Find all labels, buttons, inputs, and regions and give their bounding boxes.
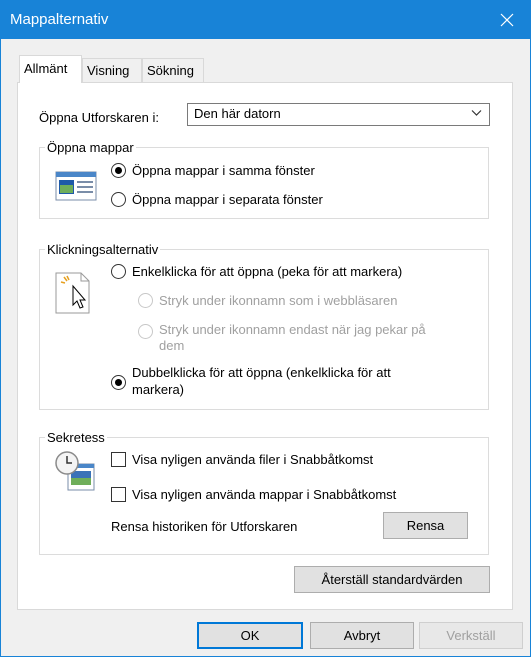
tab-general[interactable]: Allmänt xyxy=(19,55,82,83)
tab-search[interactable]: Sökning xyxy=(142,58,204,82)
clear-history-button-label: Rensa xyxy=(406,518,445,533)
radio-underline-hover[interactable] xyxy=(138,324,153,339)
close-button[interactable] xyxy=(484,1,530,39)
radio-single-click-label: Enkelklicka för att öppna (peka för att … xyxy=(132,264,403,279)
radio-underline-browser-label: Stryk under ikonnamn som i webbläsaren xyxy=(159,293,398,308)
tab-general-label: Allmänt xyxy=(24,61,68,76)
radio-underline-hover-label-line2: dem xyxy=(159,338,185,353)
tab-view-label: Visning xyxy=(87,63,130,78)
radio-same-window[interactable] xyxy=(111,163,126,178)
checkbox-recent-folders-label: Visa nyligen använda mappar i Snabbåtkom… xyxy=(132,487,397,502)
recent-files-clock-icon xyxy=(55,451,95,491)
ok-button-label: OK xyxy=(240,628,260,643)
privacy-title: Sekretess xyxy=(45,430,107,445)
radio-double-click[interactable] xyxy=(111,375,126,390)
cancel-button[interactable]: Avbryt xyxy=(310,622,414,649)
folder-window-icon xyxy=(55,171,97,201)
tab-search-label: Sökning xyxy=(147,63,194,78)
folder-options-dialog: Mappalternativ Allmänt Visning Sökning Ö… xyxy=(0,0,531,657)
apply-button[interactable]: Verkställ xyxy=(419,622,523,649)
explorer-selected-value: Den här datorn xyxy=(194,106,281,121)
checkbox-recent-files-label: Visa nyligen använda filer i Snabbåtkoms… xyxy=(132,452,374,467)
close-icon xyxy=(500,13,514,27)
radio-double-click-label-line1: Dubbelklicka för att öppna (enkelklicka … xyxy=(132,365,391,380)
pointer-click-icon xyxy=(55,272,90,314)
window-title: Mappalternativ xyxy=(10,11,109,28)
clear-history-label: Rensa historiken för Utforskaren xyxy=(111,519,298,534)
restore-defaults-button-label: Återställ standardvärden xyxy=(321,572,463,587)
browse-folders-group xyxy=(39,147,489,219)
checkbox-recent-folders[interactable] xyxy=(111,487,126,502)
browse-folders-title: Öppna mappar xyxy=(45,140,136,155)
radio-separate-window-label: Öppna mappar i separata fönster xyxy=(132,192,323,207)
radio-underline-hover-label-line1: Stryk under ikonnamn endast när jag peka… xyxy=(159,322,426,337)
ok-button[interactable]: OK xyxy=(197,622,303,649)
radio-separate-window[interactable] xyxy=(111,192,126,207)
title-bar: Mappalternativ xyxy=(1,1,530,39)
restore-defaults-button[interactable]: Återställ standardvärden xyxy=(294,566,490,593)
click-options-title: Klickningsalternativ xyxy=(45,242,161,257)
apply-button-label: Verkställ xyxy=(446,628,496,643)
checkbox-recent-files[interactable] xyxy=(111,452,126,467)
explorer-dropdown[interactable]: Den här datorn xyxy=(187,103,490,126)
radio-same-window-label: Öppna mappar i samma fönster xyxy=(132,163,315,178)
cancel-button-label: Avbryt xyxy=(343,628,381,643)
clear-history-button[interactable]: Rensa xyxy=(383,512,468,539)
radio-double-click-label-line2: markera) xyxy=(132,382,185,397)
radio-single-click[interactable] xyxy=(111,264,126,279)
tab-view[interactable]: Visning xyxy=(82,58,142,82)
explorer-label: Öppna Utforskaren i: xyxy=(39,110,159,125)
chevron-down-icon xyxy=(471,110,482,116)
radio-underline-browser[interactable] xyxy=(138,293,153,308)
